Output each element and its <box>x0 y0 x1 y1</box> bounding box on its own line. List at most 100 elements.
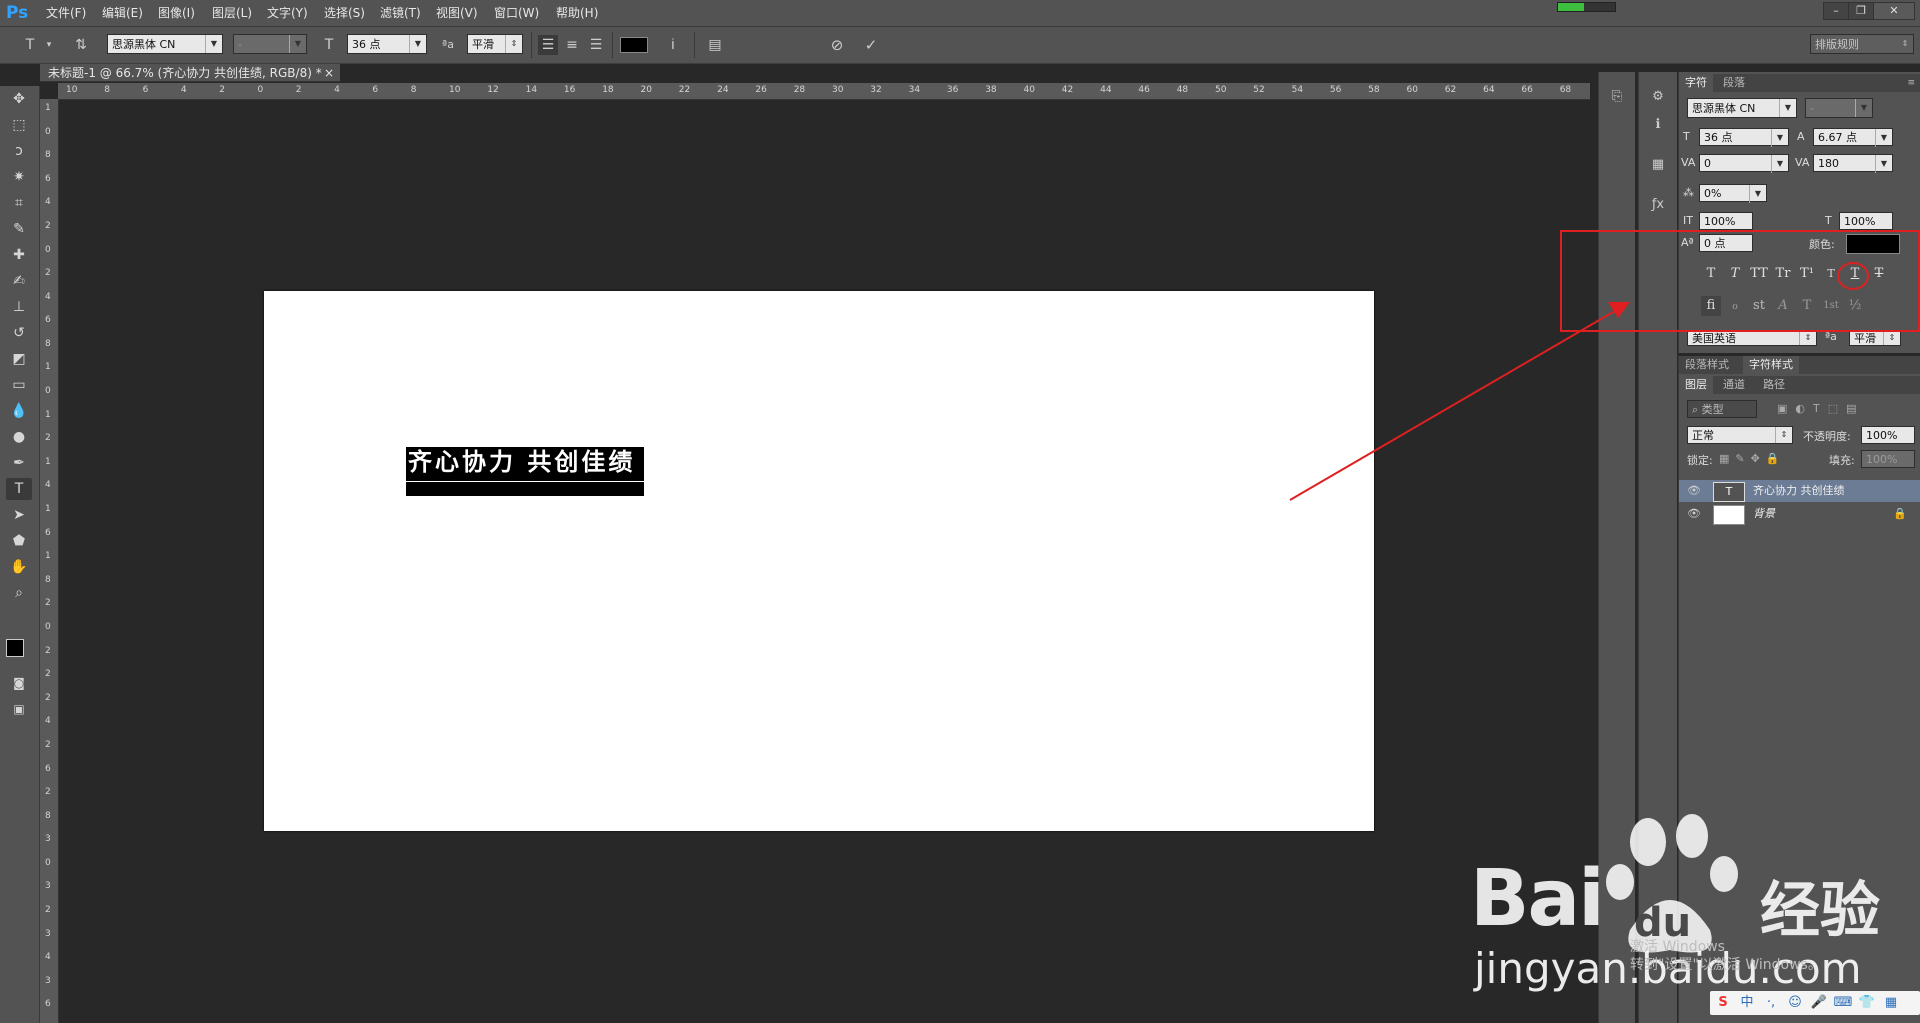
menu-file[interactable]: 文件(F) <box>46 0 86 26</box>
font-style-select[interactable]: - ▼ <box>233 34 307 54</box>
menu-view[interactable]: 视图(V) <box>436 0 478 26</box>
marquee-tool-icon[interactable]: ⬚ <box>6 114 32 136</box>
blur-tool-icon[interactable]: 💧 <box>6 400 32 422</box>
lock-icons[interactable]: ▦✎✥🔒 <box>1719 452 1786 465</box>
info-panel-icon[interactable]: ℹ <box>1645 114 1671 136</box>
layer-filter-select[interactable]: ⌕ 类型 <box>1687 400 1757 418</box>
eye-icon[interactable]: 👁 <box>1687 503 1701 525</box>
font-family-select[interactable]: 思源黑体 CN ▼ <box>107 34 223 54</box>
restore-button[interactable]: ❐ <box>1848 2 1874 20</box>
screen-mode-icon[interactable]: ▣ <box>6 698 32 720</box>
zoom-tool-icon[interactable]: ⌕ <box>6 582 32 604</box>
horizontal-ruler[interactable]: 10 8 6 4 2 0 2 4 6 8 10 12 14 16 18 20 22 24 26 28 30 32 34 36 3… <box>58 83 1590 100</box>
opacity-field[interactable]: 100% <box>1861 426 1915 444</box>
keyboard-icon[interactable]: ⌨ <box>1832 993 1854 1013</box>
blend-mode-select[interactable]: 正常 ⇕ <box>1687 426 1793 444</box>
path-selection-tool-icon[interactable]: ➤ <box>6 504 32 526</box>
align-right-icon[interactable]: ☰ <box>586 35 606 55</box>
char-vscale-field[interactable]: 100% <box>1699 212 1753 230</box>
emoji-icon[interactable]: ☺ <box>1784 993 1806 1013</box>
tab-character-styles[interactable]: 字符样式 <box>1743 356 1799 374</box>
sogou-ime-icon[interactable]: S <box>1712 993 1734 1013</box>
antialias-select[interactable]: 平滑 ⇕ <box>467 34 523 54</box>
close-icon[interactable]: × <box>324 64 334 82</box>
char-tracking-field[interactable]: 180 ▼ <box>1813 154 1893 173</box>
commit-icon[interactable]: ✓ <box>860 35 882 55</box>
char-antialias-select[interactable]: 平滑 ⇕ <box>1849 330 1901 346</box>
document-tab[interactable]: 未标题-1 @ 66.7% (齐心协力 共创佳绩, RGB/8) * × <box>40 64 340 82</box>
menu-filter[interactable]: 滤镜(T) <box>380 0 421 26</box>
tool-preset-dropdown-icon[interactable]: ▾ <box>44 35 54 55</box>
skin-icon[interactable]: 👕 <box>1856 993 1878 1013</box>
panel-menu-icon[interactable]: ≡ <box>1901 74 1920 92</box>
move-tool-icon[interactable]: ✥ <box>6 88 32 110</box>
char-tsume-field[interactable]: 0% ▼ <box>1699 184 1767 203</box>
char-leading-field[interactable]: 6.67 点 ▼ <box>1813 128 1893 147</box>
styles-panel-icon[interactable]: ƒx <box>1645 194 1671 216</box>
lasso-tool-icon[interactable]: ↄ <box>6 140 32 162</box>
punctuation-icon[interactable]: ·, <box>1760 993 1782 1013</box>
fill-field[interactable]: 100% <box>1861 450 1915 468</box>
layer-row-background[interactable]: 👁 背景 🔒 <box>1679 503 1920 525</box>
tab-character[interactable]: 字符 <box>1679 74 1713 92</box>
foreground-color-swatch[interactable] <box>6 639 24 657</box>
char-font-style-select[interactable]: - ▼ <box>1805 98 1873 118</box>
cancel-icon[interactable]: ⊘ <box>826 35 848 55</box>
vertical-ruler[interactable]: 108642024681012141618202224262830323436 <box>40 99 59 1023</box>
ime-mode-indicator[interactable]: 中 <box>1736 993 1758 1013</box>
hand-tool-icon[interactable]: ✋ <box>6 556 32 578</box>
char-font-family-select[interactable]: 思源黑体 CN ▼ <box>1687 98 1797 118</box>
tab-paragraph[interactable]: 段落 <box>1717 74 1751 92</box>
dodge-tool-icon[interactable]: ● <box>6 426 32 448</box>
text-layer-content[interactable]: 齐心协力 共创佳绩 <box>408 447 644 477</box>
crop-tool-icon[interactable]: ⌗ <box>6 192 32 214</box>
menu-window[interactable]: 窗口(W) <box>494 0 539 26</box>
menu-help[interactable]: 帮助(H) <box>556 0 598 26</box>
workspace-select[interactable]: 排版规则 ⇕ <box>1810 34 1914 54</box>
toolbox-icon[interactable]: ▦ <box>1880 993 1902 1013</box>
menu-layer[interactable]: 图层(L) <box>212 0 252 26</box>
brush-tool-icon[interactable]: ✍ <box>6 270 32 292</box>
type-tool-icon[interactable]: T <box>20 35 40 55</box>
char-hscale-field[interactable]: 100% <box>1839 212 1893 230</box>
eye-icon[interactable]: 👁 <box>1687 480 1701 502</box>
document-canvas[interactable] <box>264 291 1374 831</box>
menu-image[interactable]: 图像(I) <box>158 0 195 26</box>
pen-tool-icon[interactable]: ✒ <box>6 452 32 474</box>
warp-text-icon[interactable]: Ꭵ <box>662 35 684 55</box>
toggle-orientation-icon[interactable]: ⇅ <box>70 35 92 55</box>
character-panel-toggle-icon[interactable]: ▤ <box>704 35 726 55</box>
tab-paragraph-styles[interactable]: 段落样式 <box>1679 356 1735 374</box>
tab-paths[interactable]: 路径 <box>1757 376 1791 394</box>
history-panel-icon[interactable]: ⎘ <box>1604 86 1630 108</box>
char-size-field[interactable]: 36 点 ▼ <box>1699 128 1789 147</box>
font-size-select[interactable]: 36 点 ▼ <box>347 34 427 54</box>
menu-type[interactable]: 文字(Y) <box>267 0 308 26</box>
swatches-panel-icon[interactable]: ▦ <box>1645 154 1671 176</box>
clone-stamp-tool-icon[interactable]: ⊥ <box>6 296 32 318</box>
microphone-icon[interactable]: 🎤 <box>1808 993 1830 1013</box>
align-left-icon[interactable]: ☰ <box>538 35 558 55</box>
tab-layers[interactable]: 图层 <box>1679 376 1713 394</box>
history-brush-tool-icon[interactable]: ↺ <box>6 322 32 344</box>
properties-panel-icon[interactable]: ⚙ <box>1645 86 1671 108</box>
menu-edit[interactable]: 编辑(E) <box>102 0 143 26</box>
layer-filter-icons[interactable]: ▣◐T⬚▤ <box>1777 402 1865 415</box>
gradient-tool-icon[interactable]: ▭ <box>6 374 32 396</box>
quick-mask-icon[interactable]: ◙ <box>6 672 32 694</box>
char-kerning-field[interactable]: 0 ▼ <box>1699 154 1789 173</box>
healing-brush-tool-icon[interactable]: ✚ <box>6 244 32 266</box>
tab-channels[interactable]: 通道 <box>1717 376 1751 394</box>
eyedropper-tool-icon[interactable]: ✎ <box>6 218 32 240</box>
layer-row-text[interactable]: 👁 T 齐心协力 共创佳绩 <box>1679 480 1920 502</box>
close-button[interactable]: ✕ <box>1873 2 1915 20</box>
eraser-tool-icon[interactable]: ◩ <box>6 348 32 370</box>
type-tool-icon[interactable]: T <box>6 478 32 500</box>
shape-tool-icon[interactable]: ⬟ <box>6 530 32 552</box>
menu-select[interactable]: 选择(S) <box>324 0 365 26</box>
magic-wand-tool-icon[interactable]: ✷ <box>6 166 32 188</box>
minimize-button[interactable]: – <box>1823 2 1849 20</box>
text-color-swatch[interactable] <box>620 37 648 53</box>
align-center-icon[interactable]: ≡ <box>562 35 582 55</box>
language-select[interactable]: 美国英语 ⇕ <box>1687 330 1817 346</box>
